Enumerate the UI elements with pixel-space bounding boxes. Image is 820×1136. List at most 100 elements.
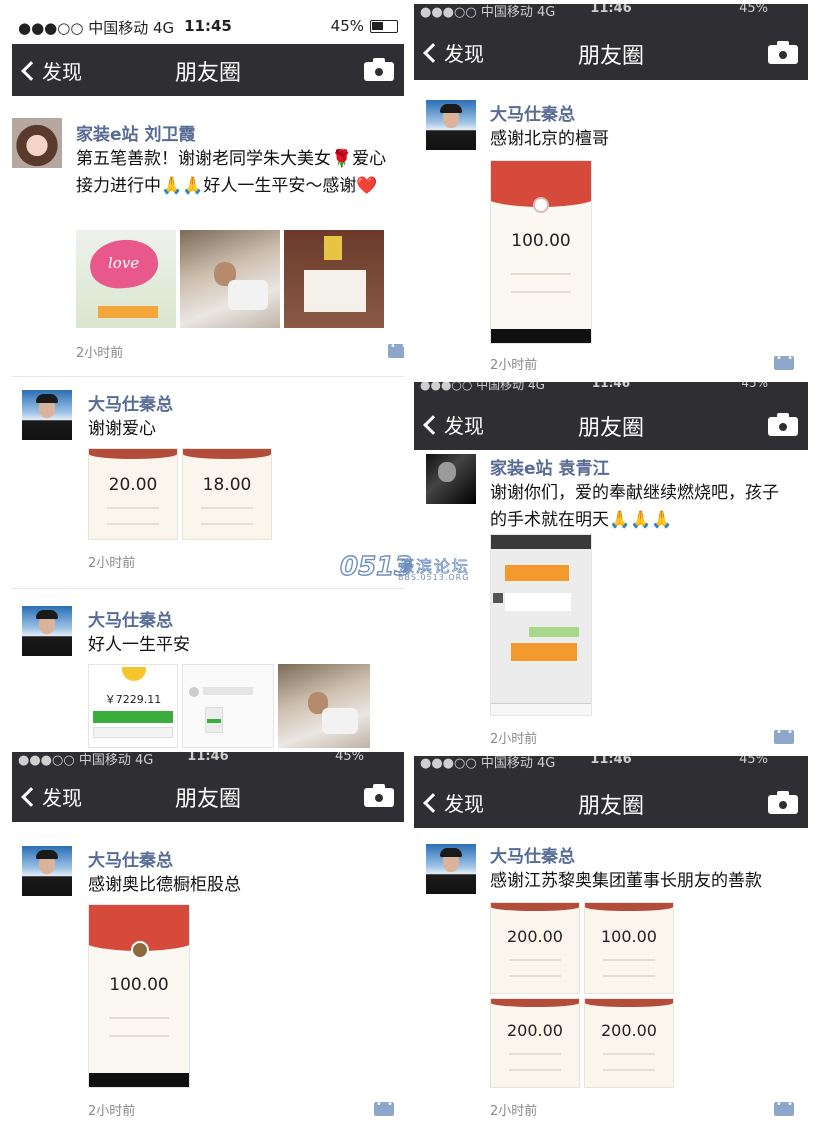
- status-bar: ●●●○○ 中国移动 4G 11:46 45%: [414, 382, 808, 394]
- carrier-label: ●●●○○ 中国移动 4G: [420, 756, 556, 771]
- post-author[interactable]: 家装e站 袁青江: [490, 454, 609, 479]
- post-time: 2小时前: [490, 358, 538, 373]
- clock: 11:46: [590, 4, 632, 16]
- battery-percent: 45%: [335, 752, 364, 764]
- status-bar: ●●●○○ 中国移动 4G 11:46 45%: [12, 752, 404, 770]
- post-author[interactable]: 大马仕秦总: [88, 390, 173, 415]
- payment-amount: 200.00: [601, 1021, 657, 1040]
- nav-bar: 发现 朋友圈: [12, 44, 404, 96]
- comment-icon[interactable]: [388, 341, 404, 358]
- status-bar: ●●●○○ 中国移动 4G 11:46 45%: [414, 756, 808, 772]
- carrier-label: ●●●○○ 中国移动 4G: [420, 382, 545, 392]
- payment-amount: 100.00: [109, 975, 169, 995]
- clock: 11:45: [184, 17, 232, 35]
- screenshot-panel-3: ●●●○○ 中国移动 4G 11:46 45% 发现 朋友圈 大马仕秦总 感谢北…: [414, 4, 808, 380]
- screenshot-panel-5: ●●●○○ 中国移动 4G 11:46 45% 发现 朋友圈 大马仕秦总 感谢江…: [414, 756, 808, 1126]
- battery-percent: 45%: [739, 4, 768, 16]
- red-packet-thumbnail[interactable]: 100.00: [88, 904, 190, 1088]
- payment-thumbnail[interactable]: 200.00: [584, 998, 674, 1088]
- chat-thumbnail[interactable]: [182, 664, 274, 748]
- post-text: 感谢北京的檀哥: [490, 129, 609, 149]
- nav-bar: 发现 朋友圈: [414, 22, 808, 80]
- nav-bar: 发现 朋友圈: [12, 770, 404, 822]
- post-text: 好人一生平安: [88, 635, 190, 655]
- thumb-caption: love: [108, 254, 140, 272]
- post-author[interactable]: 家装e站 刘卫霞: [76, 120, 195, 145]
- comment-icon[interactable]: [774, 1099, 794, 1116]
- payment-thumbnail[interactable]: 200.00: [490, 902, 580, 994]
- post-author[interactable]: 大马仕秦总: [88, 606, 173, 631]
- post-text: 谢谢你们，爱的奉献继续燃烧吧，孩子的手术就在明天🙏🙏🙏: [490, 483, 779, 530]
- post-author[interactable]: 大马仕秦总: [88, 846, 173, 871]
- carrier-label: ●●●○○ 中国移动 4G: [18, 753, 154, 768]
- avatar[interactable]: [22, 606, 72, 656]
- avatar[interactable]: [12, 118, 62, 168]
- status-bar: ●●●○○ 中国移动 4G 11:45 45%: [12, 12, 404, 40]
- battery-percent: 45%: [330, 17, 364, 35]
- photo-thumbnail[interactable]: [180, 230, 280, 328]
- payment-thumbnail[interactable]: 200.00: [490, 998, 580, 1088]
- battery-percent: 45%: [739, 756, 768, 767]
- payment-amount: 200.00: [507, 1021, 563, 1040]
- camera-icon[interactable]: [364, 783, 394, 807]
- payment-amount: 100.00: [511, 231, 571, 251]
- page-title: 朋友圈: [577, 416, 644, 441]
- payment-amount: 18.00: [202, 475, 252, 495]
- avatar[interactable]: [426, 454, 476, 504]
- page-title: 朋友圈: [174, 787, 241, 812]
- wallet-thumbnail[interactable]: ￥7229.11: [88, 664, 178, 748]
- comment-icon[interactable]: [374, 1099, 394, 1116]
- payment-amount: 20.00: [108, 475, 158, 495]
- avatar[interactable]: [22, 390, 72, 440]
- post-time: 2小时前: [490, 1104, 538, 1119]
- carrier-label: ●●●○○ 中国移动 4G: [18, 19, 175, 37]
- payment-thumbnail[interactable]: 100.00: [584, 902, 674, 994]
- battery-icon: [370, 20, 398, 33]
- payment-thumbnail[interactable]: 20.00: [88, 448, 178, 540]
- screenshot-panel-1: ●●●○○ 中国移动 4G 11:45 45% 发现 朋友圈 家装e站 刘卫霞 …: [12, 8, 404, 748]
- wallet-balance: ￥7229.11: [104, 693, 162, 706]
- post-text: 第五笔善款！谢谢老同学朱大美女🌹爱心接力进行中🙏🙏好人一生平安～感谢❤️: [76, 149, 387, 196]
- carrier-label: ●●●○○ 中国移动 4G: [420, 5, 556, 20]
- avatar[interactable]: [22, 846, 72, 896]
- post-time: 2小时前: [76, 346, 124, 361]
- post-text: 谢谢爱心: [88, 419, 156, 439]
- clock: 11:46: [187, 752, 229, 764]
- camera-icon[interactable]: [768, 412, 798, 436]
- nav-bar: 发现 朋友圈: [414, 772, 808, 828]
- post-text: 感谢江苏黎奥集团董事长朋友的善款: [490, 871, 762, 891]
- photo-thumbnail[interactable]: [284, 230, 384, 328]
- avatar[interactable]: [426, 844, 476, 894]
- nav-bar: 发现 朋友圈: [414, 394, 808, 450]
- forum-watermark: 0513 濠滨论坛 BBS.0513.ORG: [339, 551, 485, 586]
- post-author[interactable]: 大马仕秦总: [490, 842, 575, 867]
- post-time: 2小时前: [490, 732, 538, 747]
- payment-thumbnail[interactable]: 18.00: [182, 448, 272, 540]
- watermark-url: BBS.0513.ORG: [398, 573, 470, 582]
- payment-amount: 100.00: [601, 927, 657, 946]
- comment-icon[interactable]: [774, 353, 794, 370]
- divider: [12, 588, 404, 589]
- clock: 11:46: [591, 382, 631, 390]
- divider: [12, 376, 404, 377]
- camera-icon[interactable]: [364, 57, 394, 81]
- photo-thumbnail[interactable]: [278, 664, 370, 748]
- red-packet-thumbnail[interactable]: 100.00: [490, 160, 592, 344]
- page-title: 朋友圈: [577, 794, 644, 819]
- camera-icon[interactable]: [768, 790, 798, 814]
- status-bar: ●●●○○ 中国移动 4G 11:46 45%: [414, 4, 808, 22]
- post-text: 感谢奥比德橱柜股总: [88, 875, 241, 895]
- page-title: 朋友圈: [577, 44, 644, 69]
- camera-icon[interactable]: [768, 40, 798, 64]
- chat-thumbnail[interactable]: [490, 534, 592, 716]
- comment-icon[interactable]: [774, 727, 794, 744]
- clock: 11:46: [590, 756, 632, 767]
- photo-thumbnail[interactable]: love: [76, 230, 176, 328]
- page-title: 朋友圈: [174, 61, 241, 86]
- screenshot-panel-2: ●●●○○ 中国移动 4G 11:46 45% 发现 朋友圈 大马仕秦总 感谢奥…: [12, 752, 404, 1126]
- avatar[interactable]: [426, 100, 476, 150]
- post-author[interactable]: 大马仕秦总: [490, 100, 575, 125]
- post-time: 2小时前: [88, 556, 136, 571]
- post-time: 2小时前: [88, 1104, 136, 1119]
- battery-percent: 45%: [741, 382, 768, 390]
